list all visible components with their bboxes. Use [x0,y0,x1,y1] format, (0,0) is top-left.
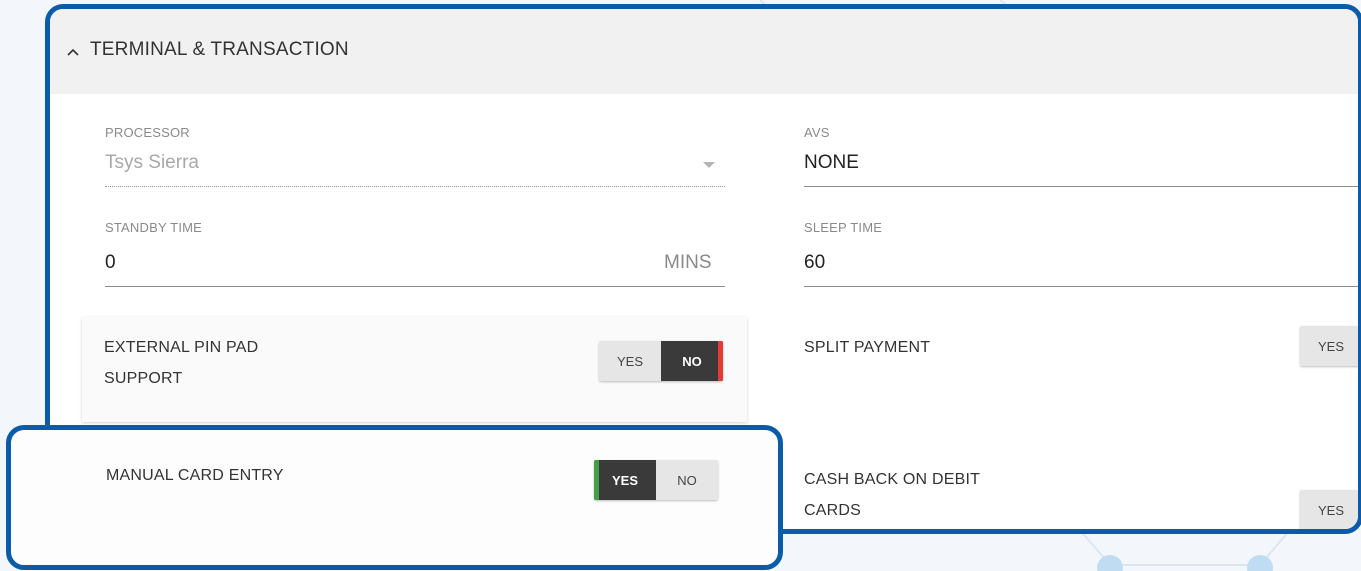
processor-label: PROCESSOR [105,125,190,140]
cash-back-toggle[interactable]: YES [1300,490,1358,529]
split-payment-label: SPLIT PAYMENT [804,339,931,356]
external-pin-pad-yes-button[interactable]: YES [599,341,661,381]
sleep-time-underline [804,286,1358,287]
external-pin-pad-toggle[interactable]: YES NO [599,341,723,381]
cash-back-label-line1: CASH BACK ON DEBIT [804,471,981,488]
chevron-up-icon[interactable] [67,43,79,60]
processor-underline [105,186,725,187]
external-pin-pad-no-button[interactable]: NO [661,341,723,381]
standby-time-label: STANDBY TIME [105,220,203,235]
section-title: TERMINAL & TRANSACTION [90,39,349,60]
external-pin-pad-card: EXTERNAL PIN PAD SUPPORT YES NO [82,317,747,422]
external-pin-pad-label: EXTERNAL PIN PAD SUPPORT [104,332,258,394]
cash-back-yes-button[interactable]: YES [1300,490,1358,529]
screenshot-stage: TERMINAL & TRANSACTION PROCESSOR Tsys Si… [0,0,1361,571]
manual-card-entry-no-button[interactable]: NO [656,460,718,500]
section-header[interactable]: TERMINAL & TRANSACTION [50,9,1358,94]
manual-card-entry-label: MANUAL CARD ENTRY [106,467,284,484]
sleep-time-input[interactable]: 60 [804,252,825,274]
standby-time-input[interactable]: 0 [105,252,116,274]
sleep-time-label: SLEEP TIME [804,220,883,235]
external-pin-pad-label-line1: EXTERNAL PIN PAD [104,339,259,356]
standby-time-unit: MINS [664,252,712,273]
avs-field[interactable]: NONE [804,152,859,174]
split-payment-toggle[interactable]: YES [1300,326,1358,366]
manual-card-entry-yes-button[interactable]: YES [594,460,656,500]
chevron-down-icon[interactable] [703,162,715,168]
manual-card-entry-highlight: MANUAL CARD ENTRY YES NO [6,425,783,570]
split-payment-yes-button[interactable]: YES [1300,326,1358,366]
avs-label: AVS [804,125,830,140]
standby-time-underline [105,286,725,287]
external-pin-pad-label-line2: SUPPORT [104,370,183,387]
cash-back-label-line2: CARDS [804,502,862,519]
cash-back-label: CASH BACK ON DEBIT CARDS [804,464,980,526]
manual-card-entry-toggle[interactable]: YES NO [594,460,718,500]
processor-select[interactable]: Tsys Sierra [105,152,199,174]
avs-underline [804,186,1358,187]
